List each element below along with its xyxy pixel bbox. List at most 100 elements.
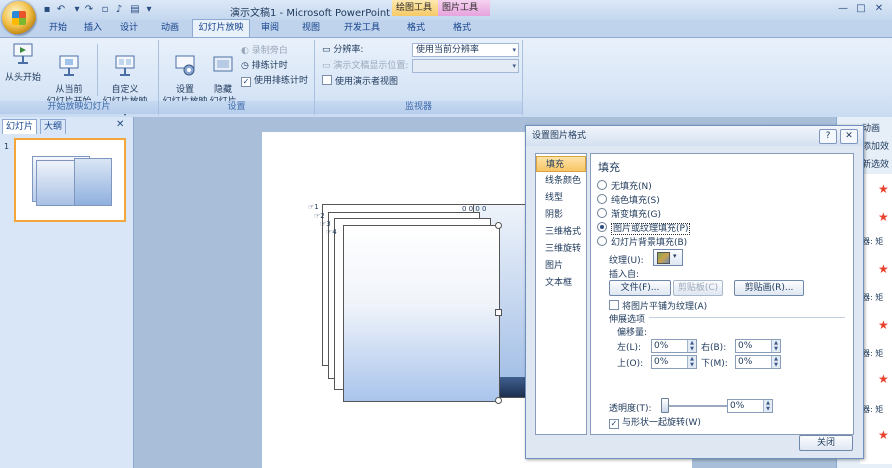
- tab-outline[interactable]: 大纲: [40, 119, 67, 134]
- radio-icon: [597, 208, 607, 218]
- dialog-title: 设置图片格式: [532, 131, 587, 141]
- offset-bottom-stepper[interactable]: 0% ▲ ▼: [735, 355, 781, 369]
- offset-left-stepper[interactable]: 0% ▲ ▼: [651, 339, 697, 353]
- stretch-options-label: 伸展选项: [609, 315, 646, 325]
- dialog-title-bar[interactable]: 设置图片格式 ? ✕: [526, 126, 863, 146]
- tab-design[interactable]: 设计: [110, 20, 148, 37]
- tab-format-picture[interactable]: 格式: [444, 20, 480, 37]
- spin-arrows-icon[interactable]: ▲ ▼: [687, 340, 696, 352]
- radio-gradient-fill[interactable]: 渐变填充(G): [597, 207, 661, 220]
- star-effect-icon: ★: [878, 428, 889, 442]
- close-panel-icon[interactable]: ✕: [116, 119, 124, 130]
- tab-home[interactable]: 开始: [40, 20, 76, 37]
- tab-slides[interactable]: 幻灯片: [2, 119, 38, 134]
- spin-arrows-icon[interactable]: ▲ ▼: [763, 400, 772, 412]
- clipart-button[interactable]: 剪贴画(R)...: [734, 280, 804, 296]
- quick-access-more-icon[interactable]: ▾: [142, 3, 156, 16]
- new-icon[interactable]: ▫: [98, 3, 112, 16]
- nav-text-box[interactable]: 文本框: [536, 275, 586, 291]
- spin-arrows-icon[interactable]: ▲ ▼: [687, 356, 696, 368]
- rehearse-timings-button[interactable]: ◷ 排练计时: [241, 59, 288, 73]
- maximize-button[interactable]: □: [852, 2, 870, 16]
- radio-solid-fill[interactable]: 纯色填充(S): [597, 193, 660, 206]
- radio-selected-icon: [597, 222, 607, 232]
- radio-label: 幻灯片背景填充(B): [611, 238, 688, 248]
- checkbox-checked-icon: ✓: [241, 77, 251, 87]
- context-tab-drawing-tools: 绘图工具: [392, 0, 444, 16]
- rotate-with-shape-checkbox[interactable]: ✓ 与形状一起旋转(W): [609, 415, 701, 429]
- animation-list[interactable]: 器: 矩 器: 矩 器: 矩 器: 矩 ★ ★ ★ ★ ★ ★: [860, 174, 892, 464]
- radio-picture-fill[interactable]: 图片或纹理填充(P): [597, 221, 691, 235]
- ribbon-separator: [97, 44, 98, 96]
- animation-list-item[interactable]: 器: 矩: [862, 404, 883, 415]
- resize-handle[interactable]: [495, 309, 502, 316]
- nav-3d-rotation[interactable]: 三维旋转: [536, 241, 586, 257]
- redo-icon[interactable]: ↷: [82, 3, 96, 16]
- slideshow-screen-icon: [13, 43, 33, 64]
- spin-arrows-icon[interactable]: ▲ ▼: [771, 340, 780, 352]
- tile-checkbox[interactable]: 将图片平铺为纹理(A): [609, 299, 707, 312]
- resize-handle[interactable]: [495, 397, 502, 404]
- nav-fill[interactable]: 填充: [536, 156, 586, 172]
- transparency-stepper[interactable]: 0% ▲ ▼: [727, 399, 773, 413]
- add-effect-button[interactable]: 添加效: [862, 139, 889, 152]
- resolution-dropdown[interactable]: 使用当前分辨率 ▾: [412, 43, 519, 57]
- minimize-button[interactable]: —: [834, 2, 852, 16]
- open-icon[interactable]: ▤: [128, 3, 142, 16]
- audio-icon[interactable]: ♪: [112, 3, 126, 16]
- clipboard-button[interactable]: 剪贴板(C): [673, 280, 723, 296]
- nav-line-style[interactable]: 线型: [536, 190, 586, 206]
- offset-top-stepper[interactable]: 0% ▲ ▼: [651, 355, 697, 369]
- help-button[interactable]: ?: [819, 129, 837, 144]
- presenter-view-checkbox[interactable]: 使用演示者视图: [322, 75, 398, 89]
- star-effect-icon: ★: [878, 210, 889, 224]
- show-on-dropdown[interactable]: ▾: [412, 59, 519, 73]
- offset-top-label: 上(O):: [617, 359, 644, 369]
- offset-left-value: 0%: [654, 341, 669, 351]
- tab-format-drawing[interactable]: 格式: [398, 20, 434, 37]
- dialog-close-icon[interactable]: ✕: [840, 129, 858, 144]
- resolution-value: 使用当前分辨率: [416, 45, 480, 55]
- nav-shadow[interactable]: 阴影: [536, 207, 586, 223]
- undo-icon[interactable]: ↶: [54, 3, 68, 16]
- context-tab-picture-tools: 图片工具: [438, 0, 490, 16]
- offset-right-stepper[interactable]: 0% ▲ ▼: [735, 339, 781, 353]
- offset-left-label: 左(L):: [617, 343, 642, 353]
- nav-line-color[interactable]: 线条颜色: [536, 173, 586, 189]
- office-button[interactable]: [2, 1, 36, 35]
- radio-background-fill[interactable]: 幻灯片背景填充(B): [597, 235, 687, 248]
- slide-thumbnail[interactable]: [14, 138, 126, 222]
- record-narration-button[interactable]: ◐ 录制旁白: [241, 44, 288, 58]
- task-pane-header: 动画: [862, 124, 881, 134]
- nav-picture[interactable]: 图片: [536, 258, 586, 274]
- use-timings-checkbox[interactable]: ✓ 使用排练计时: [241, 74, 308, 88]
- group-label-setup: 设置: [159, 101, 314, 114]
- selected-shape[interactable]: [343, 225, 500, 402]
- radio-label: 渐变填充(G): [611, 210, 661, 220]
- tab-view[interactable]: 视图: [292, 20, 330, 37]
- tab-review[interactable]: 审阅: [252, 20, 288, 37]
- close-button[interactable]: ✕: [870, 2, 888, 16]
- close-dialog-button[interactable]: 关闭: [799, 435, 853, 451]
- transparency-slider-thumb[interactable]: [661, 398, 669, 413]
- nav-3d-format[interactable]: 三维格式: [536, 224, 586, 240]
- group-label-monitors: 监视器: [315, 101, 522, 114]
- offset-top-value: 0%: [654, 357, 669, 367]
- ribbon: 从头开始 从当前 幻灯片开始 自定义 幻灯片放映 ▾ 开始放映幻灯片 设置 幻灯…: [0, 37, 892, 119]
- animation-list-item[interactable]: 器: 矩: [862, 348, 883, 359]
- tab-developer[interactable]: 开发工具: [334, 20, 390, 37]
- save-icon[interactable]: ▪: [40, 3, 54, 16]
- tab-animation[interactable]: 动画: [150, 20, 190, 37]
- animation-list-item[interactable]: 器: 矩: [862, 236, 883, 247]
- texture-picker[interactable]: ▾: [653, 249, 683, 266]
- spin-arrows-icon[interactable]: ▲ ▼: [771, 356, 780, 368]
- animation-tag-icon: ☞1: [308, 203, 319, 211]
- file-button[interactable]: 文件(F)...: [609, 280, 671, 296]
- resize-handle[interactable]: [495, 222, 502, 229]
- tab-slide-show[interactable]: 幻灯片放映: [192, 19, 250, 37]
- offset-right-value: 0%: [738, 341, 753, 351]
- animation-list-item[interactable]: 器: 矩: [862, 292, 883, 303]
- tab-insert[interactable]: 插入: [76, 20, 110, 37]
- radio-no-fill[interactable]: 无填充(N): [597, 179, 652, 192]
- from-beginning-button[interactable]: 从头开始: [3, 42, 43, 84]
